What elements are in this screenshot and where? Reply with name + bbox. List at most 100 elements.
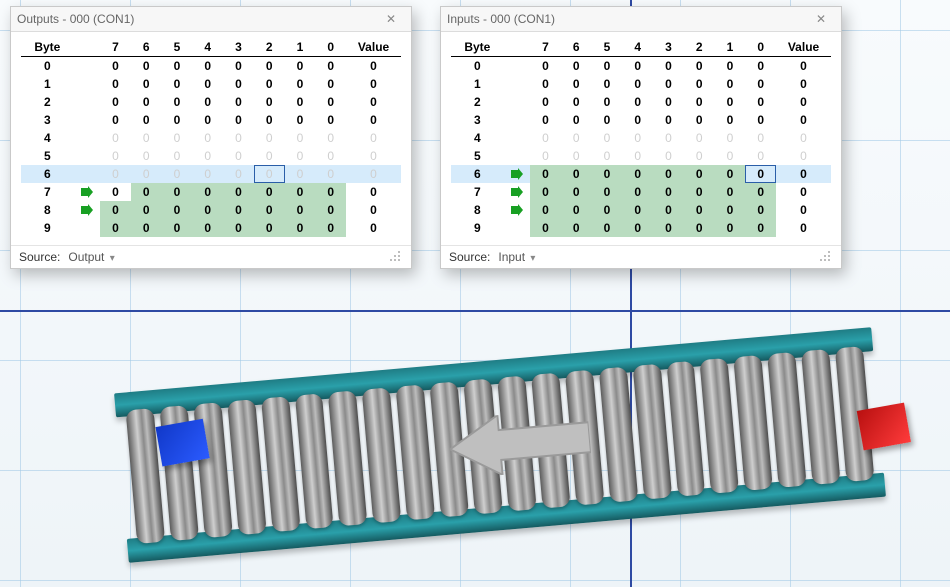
inputs-panel[interactable]: Inputs - 000 (CON1)✕Byte76543210Value000…	[440, 6, 842, 269]
table-row[interactable]: 4000000000	[21, 129, 401, 147]
bit-cell[interactable]: 0	[592, 129, 623, 147]
bit-cell[interactable]: 0	[162, 183, 193, 201]
bit-cell[interactable]: 0	[684, 57, 715, 76]
bit-cell[interactable]: 0	[622, 147, 653, 165]
bit-cell[interactable]: 0	[653, 111, 684, 129]
bit-cell[interactable]: 0	[285, 111, 316, 129]
bit-cell[interactable]: 0	[162, 57, 193, 76]
bit-cell[interactable]: 0	[223, 129, 254, 147]
bit-cell[interactable]: 0	[131, 201, 162, 219]
bit-cell[interactable]: 0	[561, 129, 592, 147]
bit-cell[interactable]: 0	[684, 75, 715, 93]
bit-cell[interactable]: 0	[684, 219, 715, 237]
table-row[interactable]: 7000000000	[451, 183, 831, 201]
bit-cell[interactable]: 0	[561, 183, 592, 201]
table-row[interactable]: 6000000000	[21, 165, 401, 183]
bit-cell[interactable]: 0	[131, 75, 162, 93]
bit-cell[interactable]: 0	[715, 129, 746, 147]
bit-cell[interactable]: 0	[192, 111, 223, 129]
bit-cell[interactable]: 0	[561, 219, 592, 237]
bit-cell[interactable]: 0	[254, 219, 285, 237]
bit-cell[interactable]: 0	[223, 201, 254, 219]
bit-cell[interactable]: 0	[653, 147, 684, 165]
bit-cell[interactable]: 0	[561, 147, 592, 165]
table-row[interactable]: 6000000000	[451, 165, 831, 183]
bit-cell[interactable]: 0	[715, 201, 746, 219]
table-row[interactable]: 1000000000	[451, 75, 831, 93]
bit-cell[interactable]: 0	[530, 93, 561, 111]
bit-cell[interactable]: 0	[315, 165, 346, 183]
bit-cell[interactable]: 0	[561, 75, 592, 93]
bit-cell[interactable]: 0	[622, 57, 653, 76]
bit-cell[interactable]: 0	[715, 219, 746, 237]
bit-cell[interactable]: 0	[715, 147, 746, 165]
bit-cell[interactable]: 0	[223, 111, 254, 129]
bit-cell[interactable]: 0	[530, 201, 561, 219]
bit-cell[interactable]: 0	[530, 111, 561, 129]
bit-cell[interactable]: 0	[285, 165, 316, 183]
bit-cell[interactable]: 0	[254, 57, 285, 76]
bit-cell[interactable]: 0	[684, 111, 715, 129]
bit-cell[interactable]: 0	[715, 57, 746, 76]
bit-cell[interactable]: 0	[561, 111, 592, 129]
bit-cell[interactable]: 0	[530, 75, 561, 93]
bit-cell[interactable]: 0	[285, 183, 316, 201]
source-dropdown[interactable]: Input ▾	[498, 250, 535, 264]
bit-cell[interactable]: 0	[745, 165, 776, 183]
bit-cell[interactable]: 0	[715, 75, 746, 93]
bit-cell[interactable]: 0	[100, 147, 131, 165]
bit-cell[interactable]: 0	[192, 75, 223, 93]
bit-cell[interactable]: 0	[254, 75, 285, 93]
bit-cell[interactable]: 0	[100, 129, 131, 147]
bit-cell[interactable]: 0	[162, 165, 193, 183]
source-dropdown[interactable]: Output ▾	[68, 250, 114, 264]
bit-cell[interactable]: 0	[223, 219, 254, 237]
bit-cell[interactable]: 0	[131, 57, 162, 76]
bit-cell[interactable]: 0	[592, 183, 623, 201]
bit-cell[interactable]: 0	[223, 57, 254, 76]
bit-cell[interactable]: 0	[285, 57, 316, 76]
bit-cell[interactable]: 0	[223, 147, 254, 165]
bit-cell[interactable]: 0	[192, 57, 223, 76]
bit-cell[interactable]: 0	[100, 201, 131, 219]
bit-cell[interactable]: 0	[592, 147, 623, 165]
bit-cell[interactable]: 0	[285, 75, 316, 93]
bit-cell[interactable]: 0	[192, 219, 223, 237]
bit-cell[interactable]: 0	[622, 183, 653, 201]
bit-cell[interactable]: 0	[653, 165, 684, 183]
bit-cell[interactable]: 0	[653, 129, 684, 147]
bit-cell[interactable]: 0	[561, 165, 592, 183]
bit-cell[interactable]: 0	[530, 147, 561, 165]
bit-cell[interactable]: 0	[192, 183, 223, 201]
bit-cell[interactable]: 0	[745, 201, 776, 219]
bit-cell[interactable]: 0	[653, 201, 684, 219]
table-row[interactable]: 3000000000	[21, 111, 401, 129]
bit-cell[interactable]: 0	[530, 57, 561, 76]
bit-cell[interactable]: 0	[254, 183, 285, 201]
bit-cell[interactable]: 0	[131, 93, 162, 111]
sensor-marker-blue[interactable]	[155, 419, 209, 467]
bit-cell[interactable]: 0	[223, 75, 254, 93]
bit-cell[interactable]: 0	[561, 201, 592, 219]
bit-cell[interactable]: 0	[223, 93, 254, 111]
bit-cell[interactable]: 0	[653, 219, 684, 237]
bit-cell[interactable]: 0	[622, 111, 653, 129]
bit-cell[interactable]: 0	[745, 219, 776, 237]
bit-cell[interactable]: 0	[254, 111, 285, 129]
bit-cell[interactable]: 0	[315, 183, 346, 201]
bit-cell[interactable]: 0	[192, 93, 223, 111]
bit-cell[interactable]: 0	[254, 147, 285, 165]
table-row[interactable]: 3000000000	[451, 111, 831, 129]
bit-cell[interactable]: 0	[592, 75, 623, 93]
close-icon[interactable]: ✕	[371, 7, 411, 31]
bit-cell[interactable]: 0	[622, 93, 653, 111]
bit-cell[interactable]: 0	[100, 75, 131, 93]
bit-cell[interactable]: 0	[684, 165, 715, 183]
bit-cell[interactable]: 0	[745, 183, 776, 201]
bit-cell[interactable]: 0	[162, 129, 193, 147]
table-row[interactable]: 5000000000	[21, 147, 401, 165]
bit-cell[interactable]: 0	[622, 201, 653, 219]
bit-cell[interactable]: 0	[684, 183, 715, 201]
bit-cell[interactable]: 0	[162, 111, 193, 129]
bit-cell[interactable]: 0	[315, 219, 346, 237]
